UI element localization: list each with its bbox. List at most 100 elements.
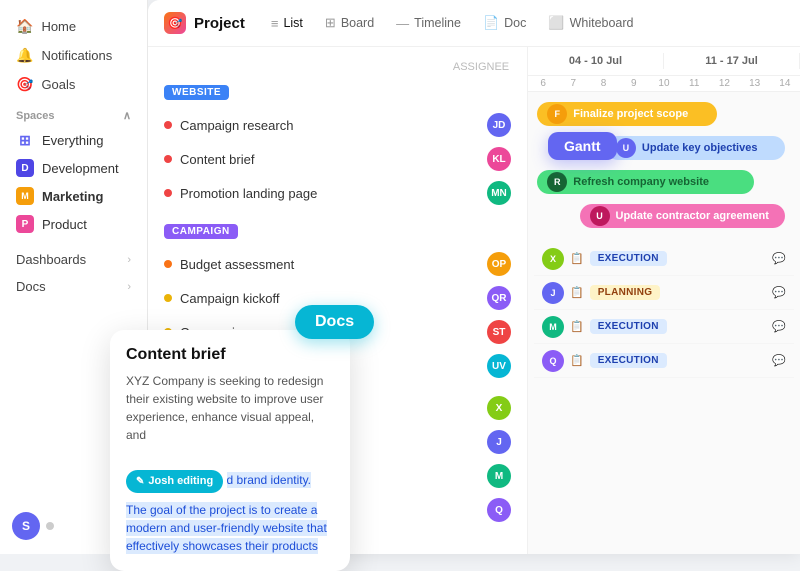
marketing-icon: M xyxy=(16,187,34,205)
task-name: Campaign research xyxy=(180,118,479,133)
status-badge: EXECUTION xyxy=(590,319,667,334)
sidebar-item-notifications[interactable]: 🔔 Notifications xyxy=(0,41,147,70)
sidebar-item-goals[interactable]: 🎯 Goals xyxy=(0,70,147,99)
gantt-week-2: 11 - 17 Jul xyxy=(664,53,800,69)
website-section-header: WEBSITE xyxy=(148,79,527,108)
assignee-avatar: MN xyxy=(487,181,511,205)
gantt-status-row: M 📋 EXECUTION 💬 xyxy=(534,310,794,344)
task-priority-dot xyxy=(164,189,172,197)
docs-text-before: XYZ Company is seeking to redesign their… xyxy=(126,374,323,442)
sidebar-item-docs[interactable]: Docs › xyxy=(0,273,147,300)
editor-name: Josh editing xyxy=(148,473,213,490)
sidebar-item-product[interactable]: P Product xyxy=(0,210,147,238)
sidebar-bottom: Dashboards › Docs › xyxy=(0,246,147,300)
task-row[interactable]: Campaign research JD xyxy=(148,108,527,142)
sidebar-item-development[interactable]: D Development xyxy=(0,154,147,182)
bell-icon: 🔔 xyxy=(16,47,33,64)
assignee-avatar: M xyxy=(487,464,511,488)
assignee-avatar: KL xyxy=(487,147,511,171)
assignee-avatar: X xyxy=(487,396,511,420)
task-row[interactable]: Promotion landing page MN xyxy=(148,176,527,210)
sidebar-item-marketing[interactable]: M Marketing xyxy=(0,182,147,210)
task-row[interactable]: Budget assessment OP xyxy=(148,247,527,281)
tab-board[interactable]: ⊞ Board xyxy=(315,10,384,36)
assignee-header: ASSIGNEE xyxy=(451,61,511,73)
chat-icon: 💬 xyxy=(772,252,786,265)
gantt-day: 7 xyxy=(558,76,588,91)
editor-badge-row: ✎ Josh editing d brand identity. xyxy=(126,466,334,497)
row-icon: 📋 xyxy=(570,252,584,265)
gantt-bar-label: Refresh company website xyxy=(573,176,709,188)
status-badge: EXECUTION xyxy=(590,251,667,266)
sidebar-item-label: Marketing xyxy=(42,189,103,204)
task-priority-dot xyxy=(164,294,172,302)
project-title-area: 🎯 Project xyxy=(164,12,245,34)
task-name: Campaign kickoff xyxy=(180,291,479,306)
website-badge: WEBSITE xyxy=(164,85,229,100)
timeline-icon: — xyxy=(396,16,409,31)
task-list-header: ASSIGNEE xyxy=(148,59,527,79)
spaces-section: Spaces ∧ xyxy=(0,99,147,126)
gantt-day: 11 xyxy=(679,76,709,91)
assignee-avatar: JD xyxy=(487,113,511,137)
board-icon: ⊞ xyxy=(325,15,336,31)
assignee-avatar: Q xyxy=(487,498,511,522)
sidebar-item-label: Everything xyxy=(42,133,103,148)
gantt-bars-area: F Finalize project scope U Update key ob… xyxy=(528,92,800,238)
gantt-bar-label: Update contractor agreement xyxy=(616,210,769,222)
gantt-bar-finalize[interactable]: F Finalize project scope xyxy=(537,102,717,126)
assignee-avatar: ST xyxy=(487,320,511,344)
gantt-day: 9 xyxy=(619,76,649,91)
docs-highlighted-paragraph: The goal of the project is to create a m… xyxy=(126,502,327,554)
gantt-bar-row: U Update contractor agreement xyxy=(532,202,796,230)
tab-list[interactable]: ≡ List xyxy=(261,11,313,36)
sidebar-item-label: Notifications xyxy=(41,48,112,63)
gantt-status-row: X 📋 EXECUTION 💬 xyxy=(534,242,794,276)
task-name: Budget assessment xyxy=(180,257,479,272)
gantt-day: 14 xyxy=(770,76,800,91)
doc-icon: 📄 xyxy=(483,15,499,31)
status-badge: EXECUTION xyxy=(590,353,667,368)
sidebar-item-everything[interactable]: ⊞ Everything xyxy=(0,126,147,154)
sidebar-item-dashboards[interactable]: Dashboards › xyxy=(0,246,147,273)
tab-label: Timeline xyxy=(414,16,461,30)
gantt-bar-website[interactable]: R Refresh company website xyxy=(537,170,753,194)
gantt-status-row: J 📋 PLANNING 💬 xyxy=(534,276,794,310)
sidebar-item-label: Goals xyxy=(41,77,75,92)
tab-label: List xyxy=(283,16,302,30)
gantt-weeks-header: 04 - 10 Jul 11 - 17 Jul xyxy=(528,47,800,76)
gantt-bar-avatar: U xyxy=(616,138,636,158)
task-priority-dot xyxy=(164,155,172,163)
tab-timeline[interactable]: — Timeline xyxy=(386,11,471,36)
docs-bubble-label: Docs xyxy=(295,305,374,339)
gantt-day: 12 xyxy=(709,76,739,91)
assignee-avatar: J xyxy=(487,430,511,454)
row-icon: 📋 xyxy=(570,354,584,367)
gantt-week-1: 04 - 10 Jul xyxy=(528,53,664,69)
gantt-bar-row: R Refresh company website xyxy=(532,168,796,196)
docs-label: Docs xyxy=(16,279,46,294)
chevron-icon: ∧ xyxy=(123,109,131,122)
nav-tabs: ≡ List ⊞ Board — Timeline 📄 Doc ⬜ Whiteb… xyxy=(261,10,644,36)
gantt-status-row: Q 📋 EXECUTION 💬 xyxy=(534,344,794,378)
development-icon: D xyxy=(16,159,34,177)
status-dot xyxy=(46,522,54,530)
row-avatar: J xyxy=(542,282,564,304)
list-icon: ≡ xyxy=(271,16,279,31)
gantt-bar-objectives[interactable]: U Update key objectives xyxy=(606,136,786,160)
docs-card-body: XYZ Company is seeking to redesign their… xyxy=(126,372,334,555)
row-avatar: Q xyxy=(542,350,564,372)
task-row[interactable]: Content brief KL xyxy=(148,142,527,176)
assignee-avatar: OP xyxy=(487,252,511,276)
tab-doc[interactable]: 📄 Doc xyxy=(473,10,536,36)
gantt-days-header: 6 7 8 9 10 11 12 13 14 xyxy=(528,76,800,92)
gantt-day: 13 xyxy=(740,76,770,91)
everything-icon: ⊞ xyxy=(16,131,34,149)
gantt-bar-contractor[interactable]: U Update contractor agreement xyxy=(580,204,786,228)
status-badge: PLANNING xyxy=(590,285,661,300)
gantt-bar-row: F Finalize project scope xyxy=(532,100,796,128)
tab-whiteboard[interactable]: ⬜ Whiteboard xyxy=(538,10,643,36)
user-avatar-area[interactable]: S xyxy=(12,512,54,540)
docs-card: Content brief XYZ Company is seeking to … xyxy=(110,330,350,571)
sidebar-item-home[interactable]: 🏠 Home xyxy=(0,12,147,41)
